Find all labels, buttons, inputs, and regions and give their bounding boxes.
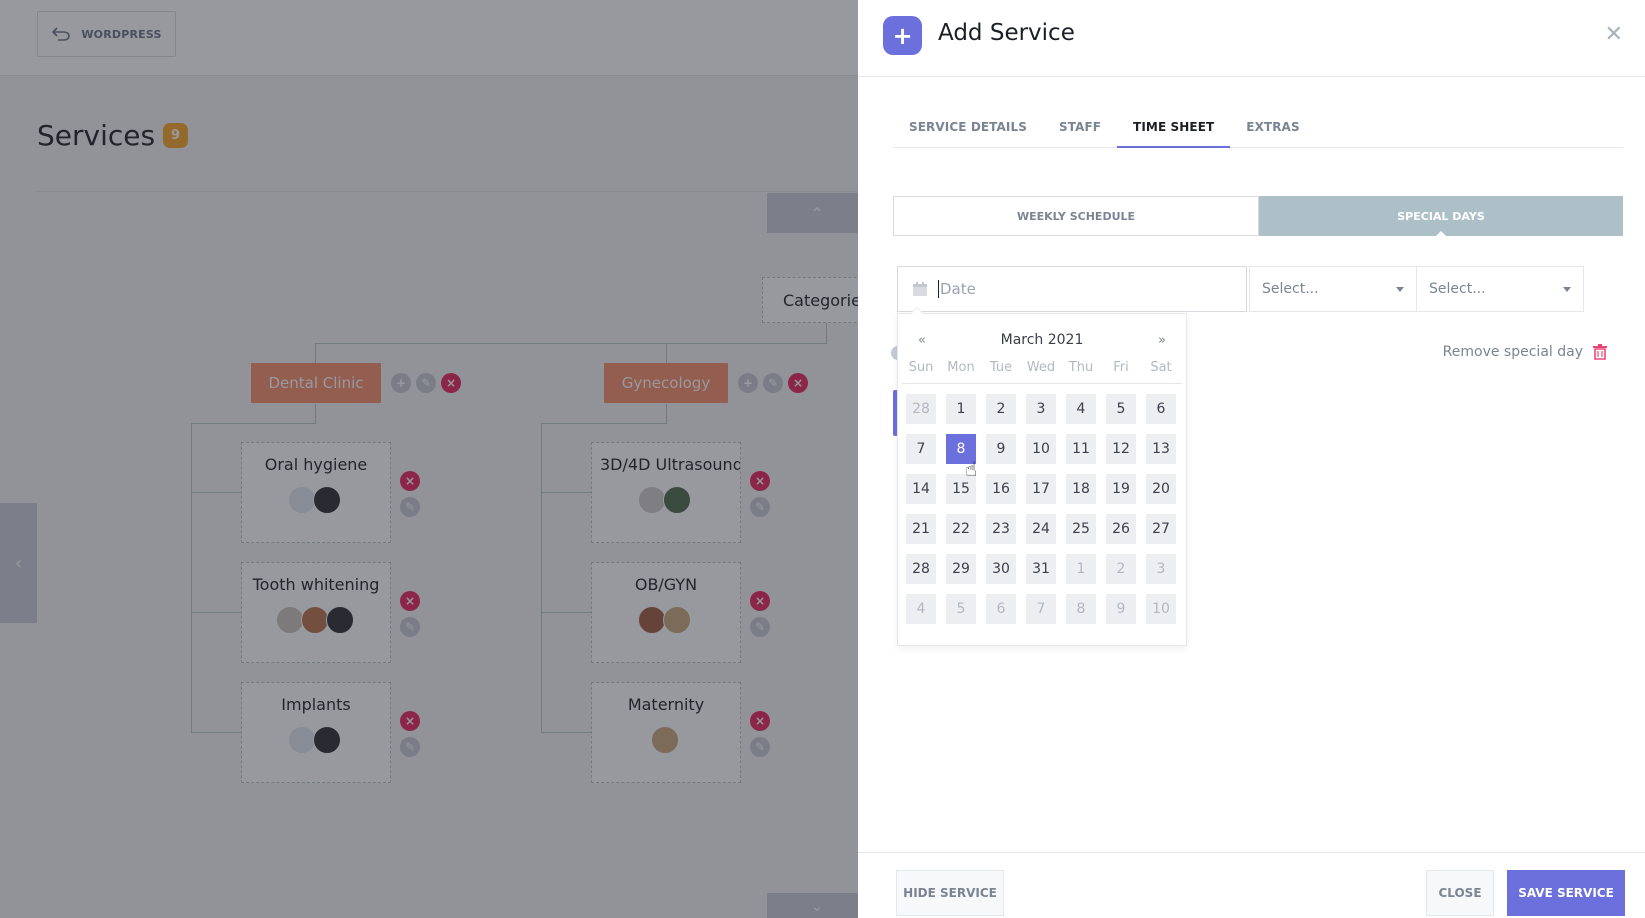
close-icon[interactable]: ✕ — [1605, 22, 1623, 47]
calendar-day[interactable]: 1 — [946, 394, 976, 424]
tab-bar: SERVICE DETAILS STAFF TIME SHEET EXTRAS — [893, 110, 1623, 148]
weekday-label: Wed — [1026, 360, 1056, 375]
special-days-button[interactable]: SPECIAL DAYS — [1259, 196, 1623, 237]
calendar-day[interactable]: 24 — [1026, 514, 1056, 544]
calendar-day[interactable]: 15 — [946, 474, 976, 504]
calendar-day[interactable]: 18 — [1066, 474, 1096, 504]
tab-time-sheet[interactable]: TIME SHEET — [1117, 110, 1231, 148]
calendar-day[interactable]: 5 — [1106, 394, 1136, 424]
calendar-day[interactable]: 19 — [1106, 474, 1136, 504]
date-input[interactable] — [938, 280, 1218, 298]
calendar-icon — [913, 282, 927, 296]
calendar-day[interactable]: 31 — [1026, 554, 1056, 584]
calendar-day[interactable]: 26 — [1106, 514, 1136, 544]
calendar-day[interactable]: 7 — [906, 434, 936, 464]
calendar-day[interactable]: 7 — [1026, 594, 1056, 624]
calendar-day[interactable]: 14 — [906, 474, 936, 504]
calendar-day[interactable]: 3 — [1026, 394, 1056, 424]
calendar-day[interactable]: 13 — [1146, 434, 1176, 464]
drawer-footer: HIDE SERVICE CLOSE SAVE SERVICE — [858, 852, 1645, 918]
trash-icon — [1593, 344, 1607, 360]
calendar-day[interactable]: 9 — [1106, 594, 1136, 624]
close-button[interactable]: CLOSE — [1426, 870, 1494, 916]
calendar-day[interactable]: 11 — [1066, 434, 1096, 464]
calendar-day[interactable]: 25 — [1066, 514, 1096, 544]
plus-icon: + — [883, 16, 922, 55]
calendar-day[interactable]: 1 — [1066, 554, 1096, 584]
calendar-day[interactable]: 2 — [1106, 554, 1136, 584]
schedule-toggle: WEEKLY SCHEDULE SPECIAL DAYS — [893, 196, 1623, 237]
calendar-day[interactable]: 6 — [1146, 394, 1176, 424]
calendar-day[interactable]: 22 — [946, 514, 976, 544]
date-field[interactable] — [897, 266, 1247, 312]
weekday-label: Tue — [989, 360, 1013, 375]
calendar-day-selected[interactable]: 8 — [946, 434, 976, 464]
save-service-button[interactable]: SAVE SERVICE — [1507, 870, 1625, 916]
weekday-label: Mon — [947, 360, 975, 375]
calendar-day[interactable]: 8 — [1066, 594, 1096, 624]
start-time-value: Select... — [1262, 281, 1319, 297]
calendar-grid: 28 1 2 3 4 5 6 7 8 9 10 11 12 13 14 15 16 17 18 19 20 21 22 23 2… — [898, 394, 1186, 624]
calendar-day[interactable]: 28 — [906, 554, 936, 584]
calendar-day[interactable]: 4 — [906, 594, 936, 624]
calendar-day[interactable]: 30 — [986, 554, 1016, 584]
end-time-select[interactable]: Select... — [1416, 266, 1584, 312]
calendar-day[interactable]: 16 — [986, 474, 1016, 504]
weekday-label: Thu — [1068, 360, 1094, 375]
start-time-select[interactable]: Select... — [1249, 266, 1417, 312]
calendar-day[interactable]: 4 — [1066, 394, 1096, 424]
calendar-day[interactable]: 6 — [986, 594, 1016, 624]
calendar-day[interactable]: 27 — [1146, 514, 1176, 544]
drawer-title: Add Service — [938, 20, 1075, 46]
drawer-header: + Add Service ✕ — [858, 0, 1645, 77]
next-month-button[interactable]: » — [1158, 333, 1166, 348]
calendar-day[interactable]: 2 — [986, 394, 1016, 424]
divider — [902, 383, 1182, 384]
tab-extras[interactable]: EXTRAS — [1230, 110, 1315, 148]
calendar-day[interactable]: 21 — [906, 514, 936, 544]
caret-down-icon — [1396, 286, 1404, 292]
calendar-day[interactable]: 28 — [906, 394, 936, 424]
remove-special-day-button[interactable]: Remove special day — [1443, 344, 1607, 360]
calendar-header: « March 2021 » — [898, 314, 1186, 348]
prev-month-button[interactable]: « — [918, 333, 926, 348]
remove-special-day-label: Remove special day — [1442, 344, 1583, 360]
calendar-day[interactable]: 17 — [1026, 474, 1056, 504]
calendar-day[interactable]: 20 — [1146, 474, 1176, 504]
weekday-header: Sun Mon Tue Wed Thu Fri Sat — [898, 348, 1186, 375]
calendar-day[interactable]: 10 — [1146, 594, 1176, 624]
month-label: March 2021 — [1000, 332, 1084, 348]
modal-backdrop[interactable] — [0, 0, 858, 918]
calendar-day[interactable]: 23 — [986, 514, 1016, 544]
hide-service-button[interactable]: HIDE SERVICE — [896, 870, 1004, 916]
date-picker: « March 2021 » Sun Mon Tue Wed Thu Fri Sat 28 1… — [897, 307, 1187, 646]
tab-staff[interactable]: STAFF — [1043, 110, 1117, 148]
weekday-label: Sun — [908, 360, 934, 375]
calendar-day[interactable]: 12 — [1106, 434, 1136, 464]
end-time-value: Select... — [1429, 281, 1486, 297]
calendar-day[interactable]: 10 — [1026, 434, 1056, 464]
calendar-day[interactable]: 9 — [986, 434, 1016, 464]
tab-service-details[interactable]: SERVICE DETAILS — [893, 110, 1043, 148]
weekday-label: Sat — [1150, 360, 1172, 375]
calendar-day[interactable]: 3 — [1146, 554, 1176, 584]
caret-down-icon — [1563, 286, 1571, 292]
weekday-label: Fri — [1113, 360, 1129, 375]
add-service-drawer: + Add Service ✕ SERVICE DETAILS STAFF TI… — [858, 0, 1645, 918]
weekly-schedule-button[interactable]: WEEKLY SCHEDULE — [893, 196, 1259, 236]
calendar-day[interactable]: 29 — [946, 554, 976, 584]
calendar-day[interactable]: 5 — [946, 594, 976, 624]
